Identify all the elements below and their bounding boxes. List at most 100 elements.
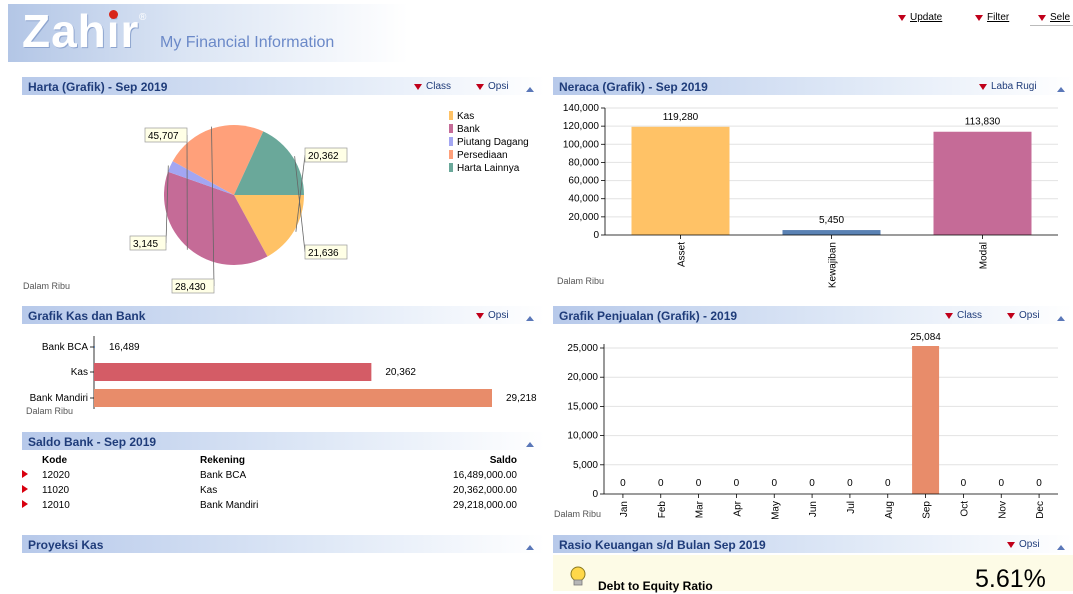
rasio-collapse-button[interactable] [1057,541,1065,553]
table-row[interactable]: 12020 Bank BCA 16,489,000.00 [22,468,517,483]
table-row[interactable]: 12010 Bank Mandiri 29,218,000.00 [22,498,517,513]
ratio-metric-value: 5.61% [975,565,1046,594]
dropdown-triangle-icon [476,84,484,90]
update-label: Update [910,12,942,23]
hbar-category-label: Kas [71,367,88,378]
x-tick-label: May [770,501,781,520]
harta-opsi-label: Opsi [488,81,509,92]
neraca-unit-note: Dalam Ribu [557,276,604,286]
rasio-panel-header: Rasio Keuangan s/d Bulan Sep 2019 Opsi [553,535,1073,553]
saldo-table: Kode Rekening Saldo 12020 Bank BCA 16,48… [22,453,517,513]
filter-button[interactable]: Filter [975,12,1009,23]
legend-item: Kas [457,111,474,122]
neraca-bar-label: 5,450 [819,215,844,226]
legend-item: Bank [457,124,481,135]
x-tick-label: Jun [808,501,819,517]
penjualan-collapse-button[interactable] [1057,312,1065,324]
harta-collapse-button[interactable] [526,83,534,95]
hbar-bar [94,346,95,348]
col-rekening: Rekening [200,453,380,468]
y-tick-label: 0 [593,230,599,241]
harta-unit-note: Dalam Ribu [23,281,70,291]
toolbar-divider [1030,25,1073,26]
hbar-value-label: 29,218 [506,393,537,404]
harta-class-label: Class [426,81,451,92]
y-tick-label: 20,000 [567,372,598,383]
registered-mark: ® [139,12,146,23]
saldo-table-header: Kode Rekening Saldo [22,453,517,468]
y-tick-label: 120,000 [563,121,600,132]
penjualan-bar-label: 0 [771,478,777,489]
dropdown-triangle-icon [898,15,906,21]
dropdown-triangle-icon [414,84,422,90]
x-tick-label: Asset [677,242,688,267]
y-tick-label: 40,000 [568,194,599,205]
rasio-opsi-button[interactable]: Opsi [1007,539,1040,550]
row-expand-icon[interactable] [22,470,28,478]
select-button[interactable]: Sele [1038,12,1070,23]
laba-rugi-button[interactable]: Laba Rugi [979,81,1037,92]
y-tick-label: 140,000 [563,103,600,114]
x-tick-label: Kewajiban [828,242,839,288]
harta-opsi-button[interactable]: Opsi [476,81,509,92]
penjualan-bars: 0000000025,084000 [620,332,1042,494]
pie-legend: KasBankPiutang DagangPersediaanHarta Lai… [449,111,529,174]
proyeksi-panel-title: Proyeksi Kas [28,538,103,552]
row-rekening: Bank Mandiri [200,498,380,513]
proyeksi-collapse-button[interactable] [526,541,534,553]
y-tick-label: 80,000 [568,157,599,168]
neraca-collapse-button[interactable] [1057,83,1065,95]
row-saldo: 29,218,000.00 [380,498,517,513]
dropdown-triangle-icon [1038,15,1046,21]
dropdown-triangle-icon [476,313,484,319]
y-tick-label: 100,000 [563,139,600,150]
logo-dot-icon [109,10,118,19]
hbar-value-label: 16,489 [109,342,140,353]
rasio-opsi-label: Opsi [1019,539,1040,550]
harta-class-button[interactable]: Class [414,81,451,92]
row-kode: 11020 [42,483,200,498]
kasbank-opsi-button[interactable]: Opsi [476,310,509,321]
penjualan-bar-chart: 0000000025,084000 05,00010,00015,00020,0… [553,326,1073,526]
y-tick-label: 20,000 [568,212,599,223]
penjualan-gridlines [604,348,1058,494]
collapse-up-icon [1057,316,1065,321]
x-tick-label: Oct [959,501,970,517]
saldo-collapse-button[interactable] [526,438,534,450]
neraca-panel-title: Neraca (Grafik) - Sep 2019 [559,80,708,94]
kasbank-hbar-chart: Bank BCA16,489Kas20,362Bank Mandiri29,21… [22,326,545,416]
penjualan-opsi-label: Opsi [1019,310,1040,321]
row-saldo: 20,362,000.00 [380,483,517,498]
saldo-panel-header: Saldo Bank - Sep 2019 [22,432,545,450]
collapse-up-icon [526,316,534,321]
x-tick-label: Feb [657,501,668,519]
pie-value-label: 20,362 [308,151,339,162]
penjualan-bar-label: 0 [847,478,853,489]
collapse-up-icon [526,87,534,92]
collapse-up-icon [526,545,534,550]
row-kode: 12020 [42,468,200,483]
kasbank-bars: Bank BCA16,489Kas20,362Bank Mandiri29,21… [30,336,537,409]
kasbank-unit-note: Dalam Ribu [26,406,73,416]
harta-pie-chart: 20,36245,7073,14528,43021,636 KasBankPiu… [22,96,545,296]
hbar-category-label: Bank BCA [42,342,88,353]
filter-label: Filter [987,12,1009,23]
laba-rugi-label: Laba Rugi [991,81,1037,92]
collapse-up-icon [1057,87,1065,92]
row-expand-icon[interactable] [22,500,28,508]
penjualan-unit-note: Dalam Ribu [554,509,601,519]
hbar-value-label: 20,362 [385,367,416,378]
table-row[interactable]: 11020 Kas 20,362,000.00 [22,483,517,498]
penjualan-class-button[interactable]: Class [945,310,982,321]
x-tick-label: Mar [695,500,706,518]
penjualan-opsi-button[interactable]: Opsi [1007,310,1040,321]
x-tick-label: Sep [922,501,933,519]
y-tick-label: 15,000 [567,401,598,412]
rasio-panel-title: Rasio Keuangan s/d Bulan Sep 2019 [559,538,766,552]
pie-value-label: 28,430 [175,282,206,293]
row-expand-icon[interactable] [22,485,28,493]
kasbank-collapse-button[interactable] [526,312,534,324]
legend-swatch [449,150,453,159]
dropdown-triangle-icon [979,84,987,90]
update-button[interactable]: Update [898,12,942,23]
